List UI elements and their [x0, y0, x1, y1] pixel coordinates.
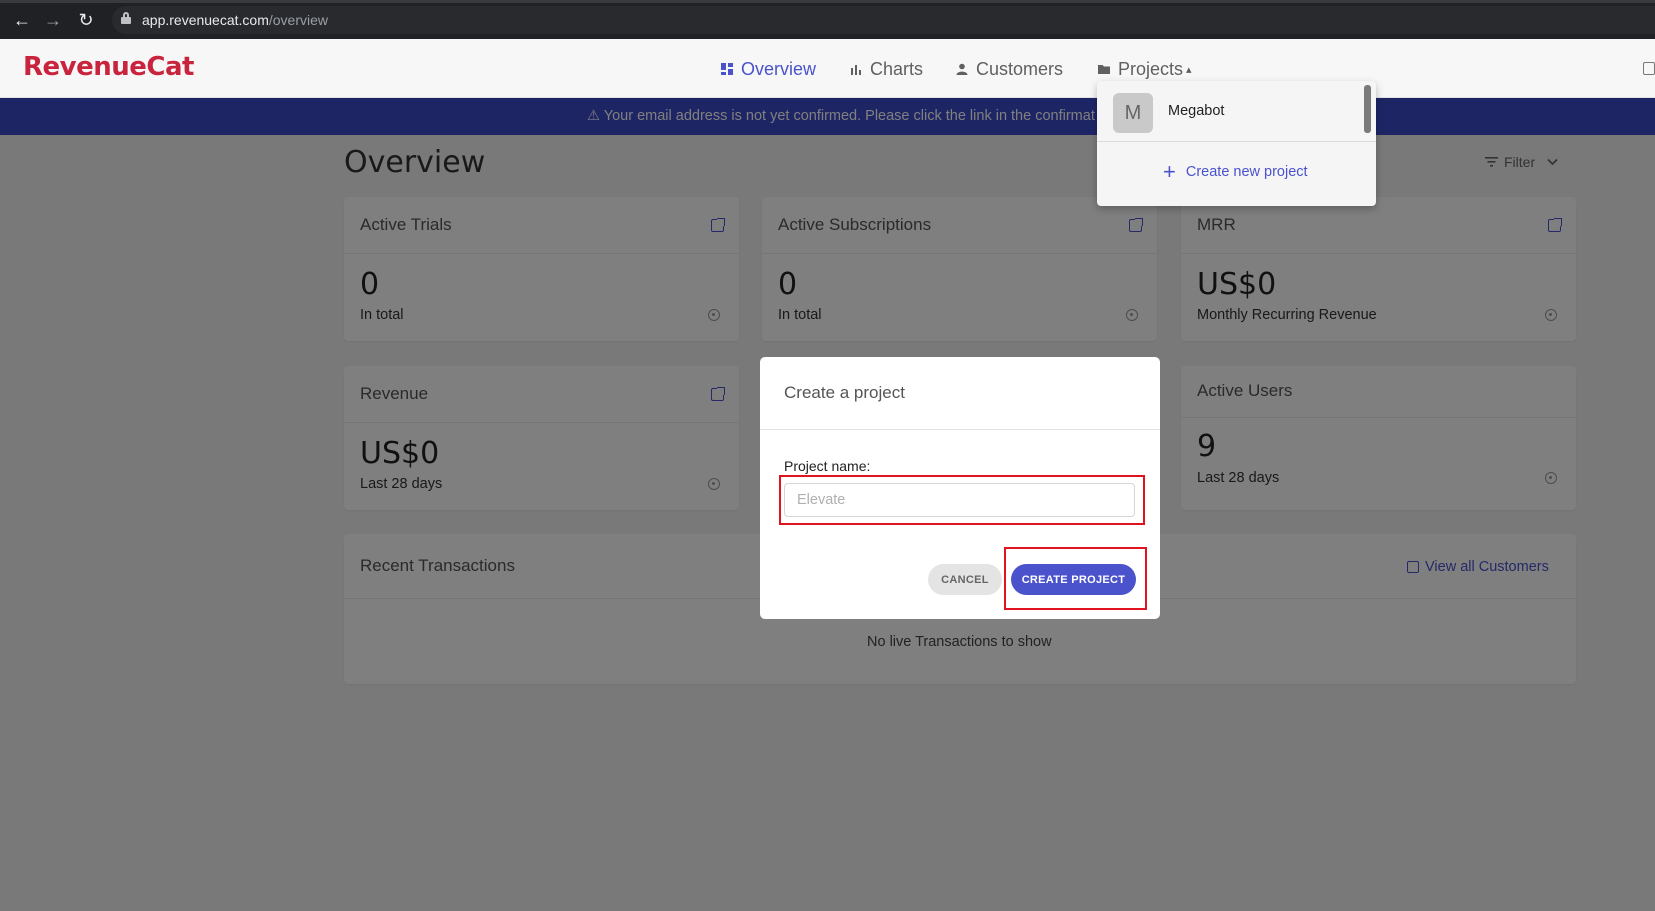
modal-divider — [760, 429, 1160, 430]
url-text[interactable]: app.revenuecat.com/overview — [142, 12, 328, 28]
project-name-label: Project name: — [784, 458, 871, 474]
caret-up-icon: ▴ — [1186, 63, 1192, 76]
lock-icon[interactable] — [121, 12, 131, 24]
nav-customers-label: Customers — [976, 58, 1064, 79]
create-new-project-label: Create new project — [1185, 164, 1308, 180]
nav-projects-label: Projects — [1118, 58, 1184, 79]
revenuecat-logo[interactable]: RevenueCat — [23, 52, 194, 82]
project-avatar[interactable]: M — [1113, 93, 1153, 133]
dropdown-scrollbar[interactable] — [1364, 85, 1371, 133]
project-item-megabot[interactable]: Megabot — [1168, 103, 1224, 119]
person-icon — [956, 63, 968, 75]
tab-strip — [0, 0, 1655, 3]
nav-overview[interactable]: Overview — [721, 58, 816, 80]
nav-projects[interactable]: Projects ▴ — [1098, 58, 1192, 80]
url-path: /overview — [268, 12, 328, 28]
folder-icon — [1098, 65, 1110, 74]
nav-charts-label: Charts — [870, 58, 924, 79]
highlight-create-project-button — [1004, 547, 1147, 610]
back-arrow-icon[interactable]: ← — [12, 10, 32, 30]
nav-customers[interactable]: Customers — [956, 58, 1063, 80]
dashboard-icon — [721, 63, 733, 75]
modal-title: Create a project — [784, 383, 905, 402]
url-domain: app.revenuecat.com — [142, 12, 269, 28]
highlight-project-name-input — [779, 475, 1145, 525]
cancel-button[interactable]: CANCEL — [928, 564, 1002, 595]
address-bar[interactable] — [112, 6, 1655, 34]
nav-charts[interactable]: Charts — [850, 58, 923, 80]
dropdown-divider — [1097, 141, 1376, 142]
app-header — [0, 39, 1655, 98]
nav-overview-label: Overview — [741, 58, 817, 79]
bar-chart-icon — [851, 65, 861, 75]
plus-icon: + — [1163, 159, 1176, 184]
forward-arrow-icon[interactable]: → — [43, 10, 63, 30]
window-icon[interactable] — [1643, 62, 1655, 75]
create-new-project-link[interactable]: + Create new project — [1163, 159, 1308, 184]
reload-icon[interactable]: ↻ — [76, 10, 96, 30]
